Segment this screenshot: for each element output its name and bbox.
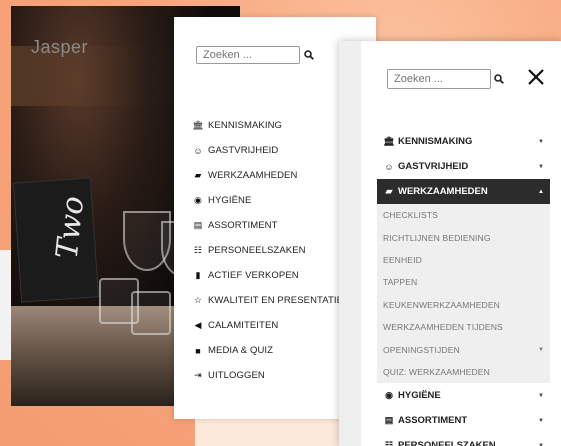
- bar-chart-icon: ▮: [195, 270, 201, 280]
- submenu-item-label: RICHTLIJNEN BEDIENING: [383, 232, 491, 243]
- submenu-item-werkzaamheden-tijdens[interactable]: WERKZAAMHEDEN TIJDENS: [377, 316, 550, 338]
- people-icon: ☷: [384, 440, 394, 446]
- photo-title: Jasper: [31, 37, 89, 57]
- menu-item-content: 🏛 KENNISMAKING: [383, 136, 472, 147]
- menu-item-content: ☷ PERSONEELSZAKEN: [383, 440, 496, 446]
- chevron-down-icon[interactable]: ▼: [538, 393, 544, 399]
- list-icon: ▤: [384, 415, 394, 426]
- submenu-item-keukenwerkzaamheden[interactable]: KEUKENWERKZAAMHEDEN: [377, 294, 550, 316]
- menu-item-hygiene[interactable]: ◉ HYGIËNE ▼: [377, 383, 550, 408]
- eye-icon: ◉: [385, 390, 393, 401]
- menu-item-label: WERKZAAMHEDEN: [398, 186, 488, 197]
- menu-item-content: ☺ GASTVRIJHEID: [383, 161, 468, 172]
- submenu-item-label: TAPPEN: [383, 277, 418, 288]
- chevron-down-icon[interactable]: ▼: [538, 443, 544, 446]
- menu-item-label: PERSONEELSZAKEN: [208, 245, 306, 256]
- submenu-item-label: KEUKENWERKZAAMHEDEN: [383, 299, 500, 310]
- menu-card: Two: [12, 177, 100, 303]
- menu-item-content: ◉ HYGIËNE: [383, 390, 441, 401]
- menu-item-assortiment[interactable]: ▤ ASSORTIMENT ▼: [377, 408, 550, 433]
- menu-item-label: KWALITEIT EN PRESENTATIE: [208, 295, 344, 306]
- menu-item-label: HYGIËNE: [398, 390, 441, 402]
- chevron-down-icon[interactable]: ▼: [538, 164, 544, 170]
- submenu-item-richtlijnen-bediening[interactable]: RICHTLIJNEN BEDIENING: [377, 226, 550, 248]
- menu-item-label: CALAMITEITEN: [208, 320, 279, 331]
- chevron-up-icon[interactable]: ▲: [538, 189, 544, 195]
- people-icon: ☷: [193, 245, 203, 255]
- main-menu-list: 🏛 KENNISMAKING ▼ ☺ GASTVRIJHEID ▼ ▰ WERKZAAMHED…: [377, 129, 550, 446]
- menu-item-label: ASSORTIMENT: [398, 415, 468, 427]
- submenu-item-label: OPENINGSTIJDEN: [383, 344, 460, 355]
- submenu-item-label: QUIZ: WERKZAAMHEDEN: [383, 366, 490, 377]
- menu-item-label: KENNISMAKING: [398, 136, 473, 147]
- menu-screen-expanded: 🏛KENNISMAKING ▼ ☺ GASTVRIJHEID ▼ ▰ WERKZAAMHED…: [339, 41, 561, 446]
- submenu-item-label: CHECKLISTS: [383, 210, 438, 221]
- menu-item-werkzaamheden[interactable]: ▰ WERKZAAMHEDEN ▲: [377, 179, 550, 204]
- chevron-down-icon[interactable]: ▼: [538, 139, 544, 145]
- card-logo: Two: [49, 194, 92, 261]
- submenu-item-checklists[interactable]: CHECKLISTS: [377, 204, 550, 226]
- menu-item-label: HYGIËNE: [208, 195, 252, 206]
- submenu-werkzaamheden: CHECKLISTS RICHTLIJNEN BEDIENING EENHEID TA…: [377, 204, 550, 384]
- star-icon: ☆: [193, 295, 203, 305]
- menu-item-content: ▤ ASSORTIMENT: [383, 415, 467, 426]
- close-icon[interactable]: [527, 68, 545, 86]
- menu-item-label: UITLOGGEN: [208, 370, 265, 381]
- submenu-item-tappen[interactable]: TAPPEN: [377, 271, 550, 293]
- menu-item-gastvrijheid[interactable]: ☺ GASTVRIJHEID ▼: [377, 154, 550, 179]
- logout-icon: ⇥: [194, 370, 202, 380]
- search-icon[interactable]: [304, 50, 314, 60]
- tumbler-glass: [131, 291, 171, 335]
- search-input[interactable]: [196, 46, 300, 64]
- submenu-item-label: WERKZAAMHEDEN TIJDENS: [383, 322, 503, 333]
- chevron-down-icon[interactable]: ▼: [538, 347, 544, 353]
- menu-item-content: ▰ WERKZAAMHEDEN: [383, 186, 488, 197]
- search-input[interactable]: [387, 69, 491, 89]
- document-icon: ▰: [194, 170, 202, 180]
- submenu-item-openingstijden[interactable]: OPENINGSTIJDEN ▼: [377, 338, 550, 360]
- submenu-item-eenheid[interactable]: EENHEID: [377, 249, 550, 271]
- smile-icon: ☺: [384, 161, 394, 172]
- menu-item-label: WERKZAAMHEDEN: [208, 170, 298, 181]
- building-icon: 🏛: [383, 136, 395, 146]
- submenu-item-label: EENHEID: [383, 254, 422, 265]
- building-icon: 🏛: [192, 120, 204, 130]
- menu-item-kennismaking[interactable]: 🏛 KENNISMAKING ▼: [377, 129, 550, 154]
- submenu-item-quiz-werkzaamheden[interactable]: QUIZ: WERKZAAMHEDEN: [377, 361, 550, 383]
- menu-item-label: GASTVRIJHEID: [398, 161, 469, 172]
- megaphone-icon: ◀: [194, 320, 202, 330]
- menu-item-label: ACTIEF VERKOPEN: [208, 270, 299, 281]
- list-icon: ▤: [193, 220, 203, 230]
- menu-item-label: ASSORTIMENT: [208, 220, 278, 231]
- menu-item-label: PERSONEELSZAKEN: [398, 440, 496, 446]
- video-icon: ■: [195, 345, 201, 356]
- menu-item-label: KENNISMAKING: [208, 120, 283, 131]
- document-icon: ▰: [385, 186, 393, 196]
- menu-item-label: GASTVRIJHEID: [208, 145, 279, 156]
- menu-item-label: MEDIA & QUIZ: [208, 345, 274, 356]
- menu-item-personeelszaken[interactable]: ☷ PERSONEELSZAKEN ▼: [377, 433, 550, 446]
- chevron-down-icon[interactable]: ▼: [538, 418, 544, 424]
- smile-icon: ☺: [193, 145, 203, 156]
- search-icon[interactable]: [494, 74, 504, 84]
- eye-icon: ◉: [194, 195, 202, 205]
